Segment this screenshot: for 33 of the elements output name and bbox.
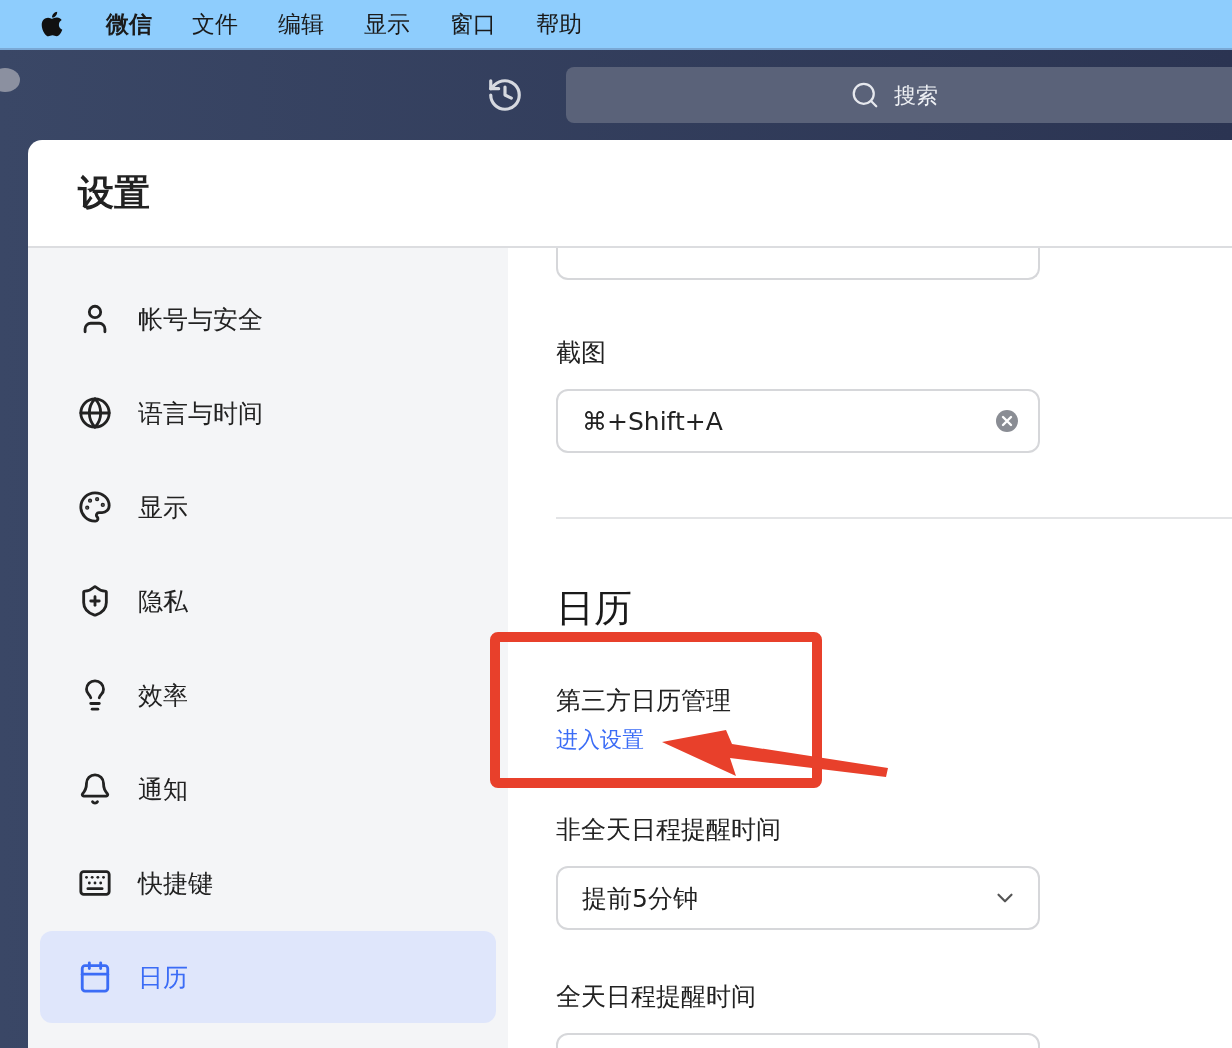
section-title: 日历 bbox=[556, 585, 633, 632]
clear-icon[interactable] bbox=[996, 410, 1018, 432]
menu-item[interactable]: 显示 bbox=[364, 8, 410, 40]
sidebar-item[interactable]: 通知 bbox=[40, 743, 496, 835]
sidebar-item[interactable]: 语言与时间 bbox=[40, 367, 496, 459]
field-label: 截图 bbox=[556, 337, 607, 369]
field-label: 全天日程提醒时间 bbox=[556, 981, 757, 1013]
sidebar-item[interactable]: 显示 bbox=[40, 461, 496, 553]
sidebar-item[interactable]: 日历 bbox=[40, 931, 496, 1023]
search-input[interactable]: 搜索 bbox=[892, 81, 948, 109]
bell-icon bbox=[78, 772, 112, 806]
select-field[interactable]: 提前5分钟 bbox=[556, 866, 1040, 930]
search-field[interactable]: 搜索 bbox=[566, 67, 1232, 123]
sidebar-item[interactable]: 快捷键 bbox=[40, 837, 496, 929]
globe-icon bbox=[78, 396, 112, 430]
field-label: 第三方日历管理 bbox=[556, 685, 732, 717]
menu-item[interactable]: 编辑 bbox=[278, 8, 324, 40]
menu-item[interactable]: 文件 bbox=[192, 8, 238, 40]
sidebar-item[interactable]: 帐号与安全 bbox=[40, 273, 496, 365]
menu-item[interactable]: 微信 bbox=[106, 8, 152, 40]
field-label: 非全天日程提醒时间 bbox=[556, 814, 782, 846]
settings-title: 设置 bbox=[78, 170, 150, 215]
input-field[interactable] bbox=[556, 248, 1040, 280]
menu-item[interactable]: 窗口 bbox=[450, 8, 496, 40]
shortcut-field[interactable]: ⌘+Shift+A bbox=[556, 389, 1040, 453]
sidebar-item[interactable]: 效率 bbox=[40, 649, 496, 741]
search-icon bbox=[850, 80, 880, 110]
settings-link[interactable]: 进入设置 bbox=[556, 725, 644, 755]
palette-icon bbox=[78, 490, 112, 524]
calendar-icon bbox=[78, 960, 112, 994]
sidebar-item[interactable]: 隐私 bbox=[40, 555, 496, 647]
history-icon[interactable] bbox=[486, 76, 524, 114]
menu-item[interactable]: 帮助 bbox=[536, 8, 582, 40]
